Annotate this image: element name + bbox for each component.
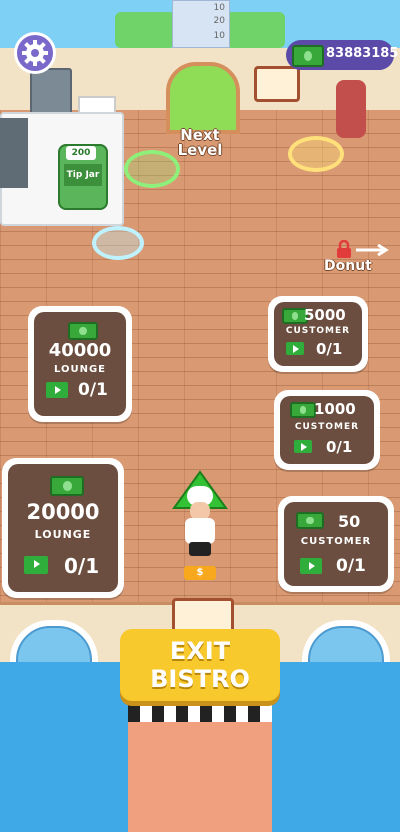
cash-icon [292,45,324,67]
arrow-right-icon [356,244,389,256]
upgrade-pad-customer-1000[interactable]: 1000 CUSTOMER 0/1 [274,390,380,470]
cash-icon [50,476,84,496]
pad-progress: 0/1 [78,380,108,400]
pad-type: CUSTOMER [294,422,360,432]
pad-price: 1000 [314,400,356,418]
blue-spawn-ring [92,226,144,260]
pad-price: 40000 [48,340,112,361]
top-counter-value: 20 [213,16,225,26]
donut-label: Donut [324,258,372,274]
video-ad-icon [300,558,322,574]
cash-icon [290,402,316,418]
top-counter-value: 10 [213,3,225,13]
stove [0,118,28,188]
pad-type: CUSTOMER [285,326,351,336]
upgrade-pad-lounge-20000[interactable]: 20000 LOUNGE 0/1 [2,458,124,598]
pad-type: LOUNGE [34,528,92,541]
video-ad-icon [24,556,48,574]
pad-progress: 0/1 [326,438,353,456]
lock-icon [337,240,351,258]
pad-type: CUSTOMER [300,536,372,547]
tip-jar-amount: 200 [66,146,96,160]
grass-hill-left [115,12,175,48]
money-counter: 83883185 [286,40,398,70]
exit-button-line1: EXIT [169,637,231,665]
pad-progress: 0/1 [316,340,343,358]
scooter [336,80,366,138]
upgrade-pad-customer-5000[interactable]: 5000 CUSTOMER 0/1 [268,296,368,372]
cash-icon [68,322,98,340]
upgrade-pad-customer-50[interactable]: 50 CUSTOMER 0/1 [278,496,394,592]
pad-price: 5000 [304,306,346,324]
money-value: 83883185 [326,46,399,61]
next-level-door[interactable] [166,62,240,134]
grass-hill-right [225,12,285,48]
cash-icon [296,512,324,529]
top-counter: 10 20 10 [172,0,230,48]
video-ad-icon [286,342,304,355]
pad-type: LOUNGE [53,364,107,375]
player-chef [183,486,217,560]
video-ad-icon [46,382,68,398]
pad-price: 20000 [26,500,100,524]
donut-door[interactable]: Donut [324,240,394,276]
settings-button[interactable] [14,32,56,74]
gear-icon [22,40,48,66]
upgrade-pad-lounge-40000[interactable]: 40000 LOUNGE 0/1 [28,306,132,422]
finish-line [128,702,272,722]
player-coin-badge: $ [184,566,216,580]
video-ad-icon [294,440,312,453]
green-spawn-ring [124,150,180,188]
exit-bistro-button[interactable]: EXIT BISTRO [120,629,280,701]
game-scene: 10 20 10 Tip Jar 200 Next Level 83883185… [0,0,400,832]
top-counter-value: 10 [213,31,225,41]
yellow-spawn-ring [288,136,344,172]
pad-progress: 0/1 [64,554,100,578]
exit-button-line2: BISTRO [150,665,250,693]
wall-sign [254,66,300,102]
tip-jar-label: Tip Jar [66,170,100,180]
pad-progress: 0/1 [336,556,366,576]
pad-price: 50 [338,512,361,531]
